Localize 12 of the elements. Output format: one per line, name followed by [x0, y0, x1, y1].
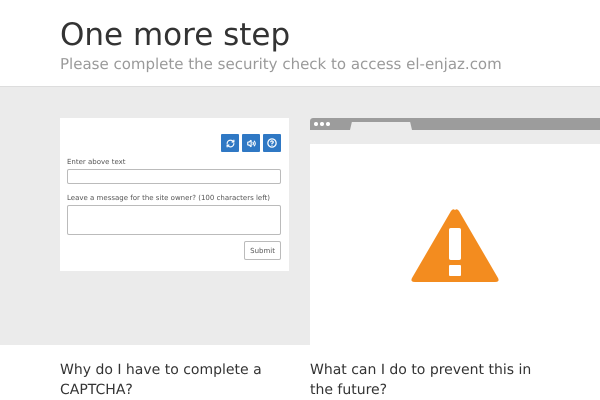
page-subtitle: Please complete the security check to access el-enjaz.com	[60, 55, 503, 73]
help-icon	[267, 138, 277, 148]
refresh-button[interactable]	[221, 134, 239, 152]
captcha-input[interactable]	[67, 169, 281, 184]
message-field[interactable]	[67, 205, 281, 235]
faq-heading: Why do I have to complete a CAPTCHA?	[60, 361, 263, 400]
page-title: One more step	[60, 16, 292, 54]
refresh-icon	[226, 138, 234, 148]
help-button[interactable]	[263, 134, 281, 152]
speaker-icon	[246, 138, 256, 148]
faq-heading: What can I do to prevent this in the future?	[310, 361, 532, 400]
audio-button[interactable]	[242, 134, 260, 152]
